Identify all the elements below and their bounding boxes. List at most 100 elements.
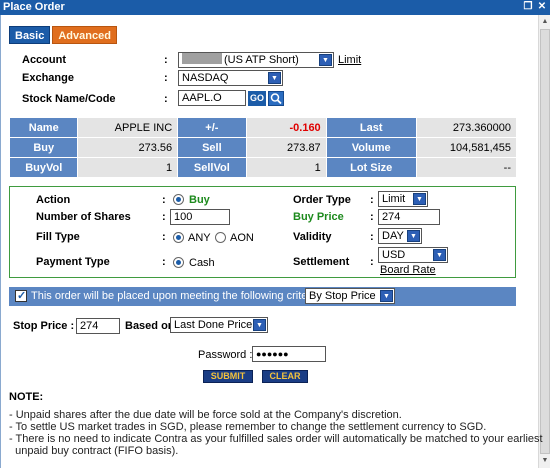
colon: : <box>162 211 166 223</box>
stock-code-input[interactable]: AAPL.O <box>178 90 246 106</box>
volume-value: 104,581,455 <box>416 138 516 157</box>
search-icon[interactable] <box>268 91 284 106</box>
note-line: unpaid buy contract (FIFO basis). <box>9 445 179 457</box>
shares-label: Number of Shares <box>36 211 131 223</box>
table-row: BuyVol 1 SellVol 1 Lot Size -- <box>10 158 516 177</box>
scroll-down-icon[interactable]: ▼ <box>539 455 550 467</box>
redacted-account-number <box>182 53 222 64</box>
stock-label: Stock Name/Code <box>22 93 116 105</box>
stop-price-label: Stop Price : <box>13 320 75 332</box>
payment-label: Payment Type <box>36 256 110 268</box>
account-select[interactable]: (US ATP Short) ▼ <box>178 52 334 68</box>
criteria-label: This order will be placed upon meeting t… <box>31 290 323 302</box>
colon: : <box>164 93 168 105</box>
radio-buy[interactable] <box>173 194 184 205</box>
fill-any-label: ANY <box>188 232 211 244</box>
table-row: Buy 273.56 Sell 273.87 Volume 104,581,45… <box>10 138 516 157</box>
buy-price-input[interactable]: 274 <box>378 209 440 225</box>
vertical-scrollbar[interactable]: ▲ ▼ <box>538 15 550 468</box>
order-tabs: Basic Advanced <box>9 26 117 44</box>
colon: : <box>370 256 374 268</box>
settlement-label: Settlement <box>293 256 350 268</box>
fill-aon-label: AON <box>230 232 254 244</box>
sellvol-header: SellVol <box>178 158 246 177</box>
validity-select[interactable]: DAY ▼ <box>378 228 422 244</box>
tab-basic[interactable]: Basic <box>9 26 51 44</box>
change-value: -0.160 <box>246 118 326 137</box>
volume-header: Volume <box>326 138 416 157</box>
colon: : <box>162 194 166 206</box>
dropdown-arrow-icon[interactable]: ▼ <box>253 319 266 331</box>
criteria-bar: This order will be placed upon meeting t… <box>9 287 516 306</box>
buyvol-header: BuyVol <box>10 158 78 177</box>
payment-cash-label: Cash <box>189 257 215 269</box>
buy-price-label: Buy Price <box>293 211 344 223</box>
last-header: Last <box>326 118 416 137</box>
buy-header: Buy <box>10 138 78 157</box>
action-label: Action <box>36 194 71 206</box>
sellvol-value: 1 <box>246 158 326 177</box>
validity-label: Validity <box>293 231 332 243</box>
dropdown-arrow-icon[interactable]: ▼ <box>380 290 393 302</box>
close-icon[interactable]: ✕ <box>536 1 548 13</box>
colon: : <box>164 54 168 66</box>
buy-value: 273.56 <box>78 138 178 157</box>
settlement-select[interactable]: USD ▼ <box>378 247 448 263</box>
ordertype-label: Order Type <box>293 194 351 206</box>
note-line: - To settle US market trades in SGD, ple… <box>9 421 487 433</box>
exchange-label: Exchange <box>22 72 74 84</box>
colon: : <box>370 211 374 223</box>
dropdown-arrow-icon[interactable]: ▼ <box>319 54 332 66</box>
restore-icon[interactable]: ❐ <box>522 1 534 13</box>
window-title: Place Order <box>3 1 65 13</box>
radio-fill-any[interactable] <box>173 232 184 243</box>
quote-table: Name APPLE INC +/- -0.160 Last 273.36000… <box>9 117 517 178</box>
ordertype-select[interactable]: Limit ▼ <box>378 191 428 207</box>
exchange-select[interactable]: NASDAQ ▼ <box>178 70 283 86</box>
sell-value: 273.87 <box>246 138 326 157</box>
clear-button[interactable]: CLEAR <box>262 370 308 383</box>
table-row: Name APPLE INC +/- -0.160 Last 273.36000… <box>10 118 516 137</box>
window-title-bar: Place Order ❐ ✕ <box>0 0 550 15</box>
action-buy-label: Buy <box>189 194 210 206</box>
go-button[interactable]: GO <box>248 91 266 106</box>
radio-fill-aon[interactable] <box>215 232 226 243</box>
note-line: - Unpaid shares after the due date will … <box>9 409 402 421</box>
scroll-up-icon[interactable]: ▲ <box>539 16 550 28</box>
checkbox-icon[interactable] <box>15 289 27 302</box>
name-header: Name <box>10 118 78 137</box>
last-value: 273.360000 <box>416 118 516 137</box>
note-line: - There is no need to indicate Contra as… <box>9 433 543 445</box>
lotsize-header: Lot Size <box>326 158 416 177</box>
name-value: APPLE INC <box>78 118 178 137</box>
sell-header: Sell <box>178 138 246 157</box>
note-title: NOTE: <box>9 391 44 403</box>
account-label: Account <box>22 54 66 66</box>
dropdown-arrow-icon[interactable]: ▼ <box>413 193 426 205</box>
based-on-select[interactable]: Last Done Price ▼ <box>170 317 268 333</box>
colon: : <box>162 256 166 268</box>
buyvol-value: 1 <box>78 158 178 177</box>
colon: : <box>370 231 374 243</box>
stop-price-input[interactable]: 274 <box>76 318 120 334</box>
filltype-label: Fill Type <box>36 231 80 243</box>
criteria-type-select[interactable]: By Stop Price ▼ <box>305 288 395 304</box>
dropdown-arrow-icon[interactable]: ▼ <box>433 249 446 261</box>
scrollbar-thumb[interactable] <box>540 29 550 454</box>
based-on-label: Based on <box>125 320 175 332</box>
password-input[interactable]: ●●●●●● <box>252 346 326 362</box>
tab-advanced[interactable]: Advanced <box>52 26 117 44</box>
change-header: +/- <box>178 118 246 137</box>
colon: : <box>162 231 166 243</box>
colon: : <box>164 72 168 84</box>
dropdown-arrow-icon[interactable]: ▼ <box>407 230 420 242</box>
shares-input[interactable]: 100 <box>170 209 230 225</box>
dropdown-arrow-icon[interactable]: ▼ <box>268 72 281 84</box>
password-label: Password : <box>198 349 253 361</box>
submit-button[interactable]: SUBMIT <box>203 370 253 383</box>
lotsize-value: -- <box>416 158 516 177</box>
colon: : <box>370 194 374 206</box>
board-rate-link[interactable]: Board Rate <box>380 264 436 276</box>
limit-link[interactable]: Limit <box>338 54 361 66</box>
radio-cash[interactable] <box>173 257 184 268</box>
